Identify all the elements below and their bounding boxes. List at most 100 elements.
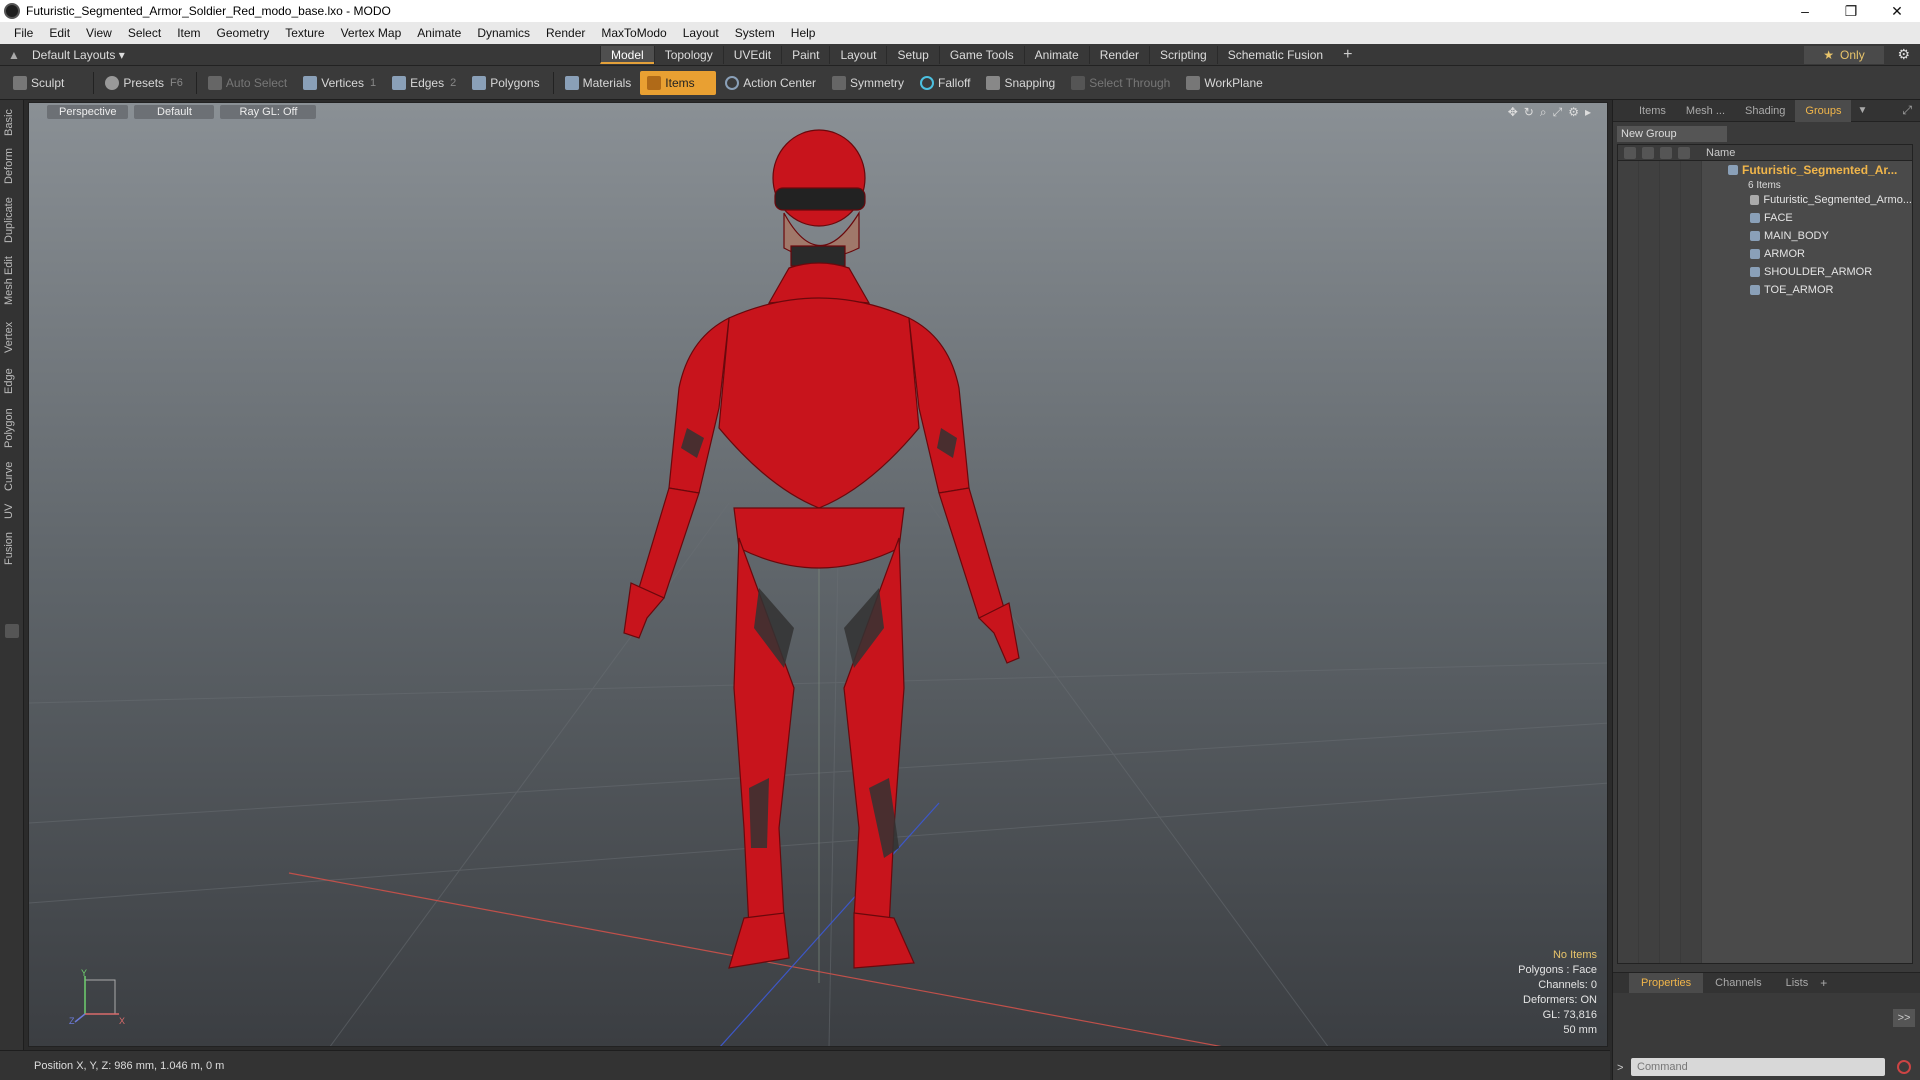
tab-animate[interactable]: Animate — [1023, 45, 1089, 64]
lock-icon[interactable] — [1642, 146, 1654, 159]
menu-texture[interactable]: Texture — [277, 26, 332, 40]
polygons-icon — [472, 75, 487, 90]
expand-panel-icon[interactable]: ⤢ — [1902, 103, 1912, 118]
menu-system[interactable]: System — [727, 26, 783, 40]
vertices-button[interactable]: Vertices 1 — [296, 71, 383, 95]
items-button[interactable]: Items — [640, 70, 717, 95]
tab-layout[interactable]: Layout — [829, 45, 886, 64]
falloff-label: Falloff — [938, 75, 971, 90]
tab-duplicate[interactable]: Duplicate — [3, 194, 21, 246]
snapping-button[interactable]: Snapping — [979, 71, 1062, 95]
sculpt-button[interactable]: Sculpt — [6, 71, 71, 95]
tab-topology[interactable]: Topology — [653, 45, 723, 64]
presets-icon — [105, 75, 120, 90]
tab-scripting[interactable]: Scripting — [1149, 45, 1217, 64]
menu-file[interactable]: File — [6, 26, 41, 40]
list-item[interactable]: MAIN_BODY — [1618, 227, 1912, 245]
list-item[interactable]: FACE — [1618, 209, 1912, 227]
tab-groups[interactable]: Groups — [1795, 99, 1852, 122]
collapse-up-icon[interactable]: ▲ — [8, 48, 22, 62]
mesh-icon — [1750, 213, 1760, 223]
list-item[interactable]: Futuristic_Segmented_Armo... — [1618, 191, 1912, 209]
menu-maxtomodo[interactable]: MaxToModo — [593, 26, 674, 40]
tab-basic[interactable]: Basic — [3, 106, 21, 140]
render-icon[interactable] — [1678, 146, 1690, 159]
chevron-down-icon[interactable]: ▼ — [1857, 105, 1867, 116]
tab-deform[interactable]: Deform — [3, 146, 21, 186]
tab-shading[interactable]: Shading — [1735, 100, 1795, 122]
menu-bar: File Edit View Select Item Geometry Text… — [0, 22, 1920, 44]
close-button[interactable]: ✕ — [1874, 0, 1920, 22]
menu-select[interactable]: Select — [120, 26, 169, 40]
tab-model[interactable]: Model — [600, 45, 654, 64]
only-toggle[interactable]: ★ Only — [1804, 46, 1884, 64]
tab-edge[interactable]: Edge — [3, 364, 21, 398]
new-group-button[interactable]: New Group — [1617, 126, 1727, 142]
select-icon[interactable] — [1660, 146, 1672, 159]
tab-game-tools[interactable]: Game Tools — [938, 45, 1024, 64]
name-column-header[interactable]: Name — [1706, 147, 1735, 159]
eye-icon[interactable] — [1624, 146, 1636, 159]
tab-curve[interactable]: Curve — [3, 458, 21, 494]
polygons-button[interactable]: Polygons — [465, 71, 546, 95]
menu-dynamics[interactable]: Dynamics — [469, 26, 538, 40]
maximize-button[interactable]: ❐ — [1828, 0, 1874, 22]
group-icon — [1728, 165, 1738, 175]
3d-viewport[interactable]: Perspective Default Ray GL: Off ✥ ↻ ⌕ ⤢ … — [28, 102, 1608, 1047]
record-icon[interactable] — [1897, 1060, 1911, 1074]
command-input[interactable]: Command — [1631, 1058, 1885, 1076]
tab-properties[interactable]: Properties — [1629, 973, 1704, 993]
tab-uv[interactable]: UV — [3, 500, 21, 522]
add-tab-icon[interactable]: + — [1820, 976, 1827, 990]
menu-help[interactable]: Help — [783, 26, 824, 40]
tab-mesh[interactable]: Mesh ... — [1676, 100, 1735, 122]
armor-soldier-model[interactable] — [569, 128, 1089, 1018]
workplane-button[interactable]: WorkPlane — [1179, 71, 1269, 95]
presets-shortcut: F6 — [170, 76, 183, 89]
tab-paint[interactable]: Paint — [781, 45, 829, 64]
menu-geometry[interactable]: Geometry — [209, 26, 278, 40]
list-item[interactable]: ARMOR — [1618, 245, 1912, 263]
tab-items[interactable]: Items — [1629, 100, 1676, 122]
group-row[interactable]: Futuristic_Segmented_Ar... — [1618, 161, 1912, 179]
tab-polygon[interactable]: Polygon — [3, 404, 21, 452]
minimize-button[interactable]: – — [1782, 0, 1828, 22]
edges-button[interactable]: Edges 2 — [385, 71, 463, 95]
select-through-button[interactable]: Select Through — [1064, 71, 1177, 95]
tab-lists[interactable]: Lists — [1774, 973, 1821, 993]
menu-animate[interactable]: Animate — [409, 26, 469, 40]
tab-vertex[interactable]: Vertex — [3, 316, 21, 358]
falloff-button[interactable]: Falloff — [913, 71, 977, 95]
panel-toggle-icon[interactable] — [5, 624, 19, 638]
menu-edit[interactable]: Edit — [41, 26, 78, 40]
menu-render[interactable]: Render — [538, 26, 593, 40]
expand-properties-button[interactable]: >> — [1893, 1009, 1915, 1027]
tab-render[interactable]: Render — [1088, 45, 1149, 64]
auto-select-button[interactable]: Auto Select — [201, 71, 294, 95]
gear-icon[interactable]: ⚙ — [1897, 46, 1910, 63]
action-center-button[interactable]: Action Center — [718, 71, 823, 95]
tab-setup[interactable]: Setup — [886, 45, 938, 64]
menu-view[interactable]: View — [78, 26, 120, 40]
tab-schematic-fusion[interactable]: Schematic Fusion — [1216, 45, 1333, 64]
snapping-label: Snapping — [1004, 75, 1056, 90]
add-tab-icon[interactable]: + — [1333, 46, 1362, 64]
list-item[interactable]: TOE_ARMOR — [1618, 281, 1912, 299]
action-center-label: Action Center — [743, 75, 816, 90]
layouts-selector[interactable]: ▲ Default Layouts ▾ — [0, 44, 600, 66]
menu-item[interactable]: Item — [169, 26, 208, 40]
tab-mesh-edit[interactable]: Mesh Edit — [3, 252, 21, 310]
menu-vertex-map[interactable]: Vertex Map — [333, 26, 410, 40]
tab-channels[interactable]: Channels — [1703, 973, 1773, 993]
y-axis-label: Y — [81, 968, 87, 978]
tab-fusion[interactable]: Fusion — [3, 528, 21, 568]
mesh-icon — [1750, 231, 1760, 241]
materials-button[interactable]: Materials — [558, 71, 639, 95]
layout-tab-row: ▲ Default Layouts ▾ Model Topology UVEdi… — [0, 44, 1920, 66]
symmetry-button[interactable]: Symmetry — [825, 71, 911, 95]
list-item[interactable]: SHOULDER_ARMOR — [1618, 263, 1912, 281]
menu-layout[interactable]: Layout — [675, 26, 727, 40]
presets-button[interactable]: Presets F6 — [98, 71, 190, 95]
select-through-icon — [1071, 75, 1086, 90]
tab-uvedit[interactable]: UVEdit — [722, 45, 781, 64]
